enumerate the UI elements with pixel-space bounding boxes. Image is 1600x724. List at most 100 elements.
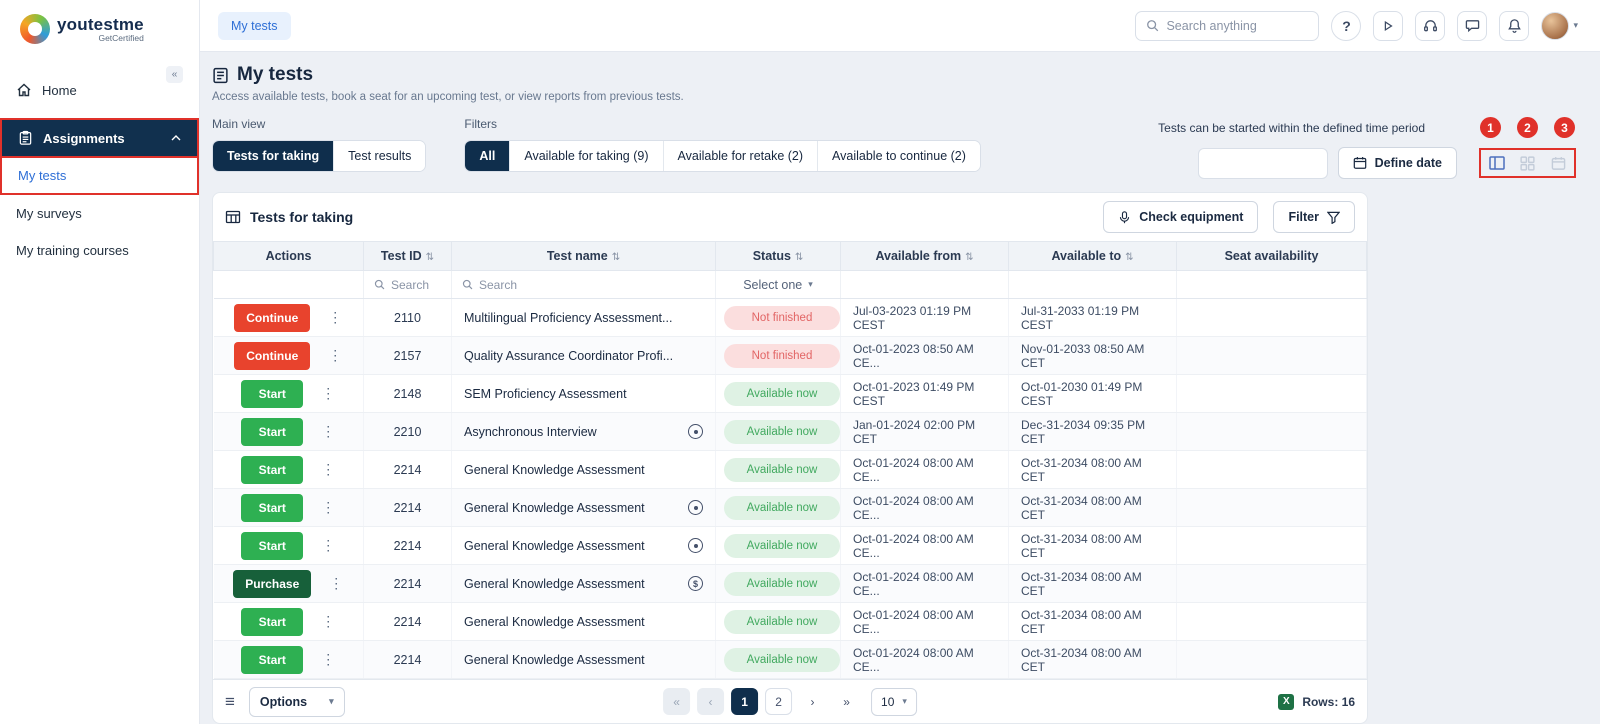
row-menu-icon[interactable]: ⋮ <box>321 613 335 630</box>
start-button[interactable]: Start <box>241 418 303 446</box>
tab-filter-available-for-taking[interactable]: Available for taking (9) <box>509 141 662 171</box>
column-header-test-name[interactable]: Test name⇅ <box>452 242 716 271</box>
column-header-test-id[interactable]: Test ID⇅ <box>364 242 452 271</box>
grid-view-icon[interactable] <box>1512 150 1543 176</box>
excel-export-icon[interactable]: X <box>1278 694 1294 710</box>
test-name[interactable]: General Knowledge Assessment <box>464 577 680 591</box>
row-menu-icon[interactable]: ⋮ <box>329 575 343 592</box>
calendar-view-icon[interactable] <box>1543 150 1574 176</box>
sidebar-item-label: Assignments <box>43 131 125 146</box>
column-header-status[interactable]: Status⇅ <box>716 242 841 271</box>
table-view-icon[interactable] <box>1481 150 1512 176</box>
column-header-available-from[interactable]: Available from⇅ <box>841 242 1009 271</box>
check-equipment-button[interactable]: Check equipment <box>1103 201 1258 233</box>
row-menu-icon[interactable]: ⋮ <box>321 537 335 554</box>
row-menu-icon[interactable]: ⋮ <box>321 499 335 516</box>
filter-cell-test-name <box>452 271 716 299</box>
pagination: « ‹ 1 2 › » 10 ▾ <box>663 688 917 716</box>
search-input[interactable] <box>1166 19 1308 33</box>
user-menu[interactable]: ▾ <box>1541 12 1578 40</box>
annotation-red-box-views <box>1479 148 1576 178</box>
seat-availability <box>1177 603 1367 641</box>
test-name[interactable]: Quality Assurance Coordinator Profi... <box>464 349 707 363</box>
sidebar: youtestme GetCertified « Home Assignment… <box>0 0 200 724</box>
filters-label: Filters <box>464 117 981 131</box>
breadcrumb[interactable]: My tests <box>218 12 291 40</box>
start-button[interactable]: Start <box>241 380 303 408</box>
seat-availability <box>1177 337 1367 375</box>
purchase-button[interactable]: Purchase <box>233 570 311 598</box>
tests-for-taking-card: Tests for taking Check equipment Filter <box>212 192 1368 724</box>
brand-name: youtestme <box>57 15 144 35</box>
available-to: Oct-01-2030 01:49 PM CEST <box>1009 375 1177 413</box>
page-button-2[interactable]: 2 <box>765 688 792 715</box>
continue-button[interactable]: Continue <box>234 304 310 332</box>
test-name[interactable]: General Knowledge Assessment <box>464 463 707 477</box>
tab-filter-available-for-retake[interactable]: Available for retake (2) <box>663 141 818 171</box>
sidebar-collapse-button[interactable]: « <box>166 66 183 83</box>
avatar[interactable] <box>1541 12 1569 40</box>
sidebar-item-label: Home <box>42 83 77 98</box>
sidebar-item-my-surveys[interactable]: My surveys <box>0 195 199 232</box>
page-size-select[interactable]: 10 ▾ <box>871 688 917 716</box>
test-name[interactable]: General Knowledge Assessment <box>464 653 707 667</box>
start-button[interactable]: Start <box>241 494 303 522</box>
prev-page-button[interactable]: ‹ <box>697 688 724 715</box>
menu-hamburger-icon[interactable]: ≡ <box>225 692 235 712</box>
sidebar-item-my-training-courses[interactable]: My training courses <box>0 232 199 269</box>
test-name[interactable]: Asynchronous Interview <box>464 425 680 439</box>
tab-tests-for-taking[interactable]: Tests for taking <box>213 141 333 171</box>
options-dropdown[interactable]: Options ▾ <box>249 687 345 717</box>
available-to: Oct-31-2034 08:00 AM CET <box>1009 603 1177 641</box>
sidebar-item-assignments[interactable]: Assignments <box>2 120 197 158</box>
table-body: Continue⋮2110Multilingual Proficiency As… <box>214 299 1367 679</box>
continue-button[interactable]: Continue <box>234 342 310 370</box>
tutorial-play-button[interactable] <box>1373 11 1403 41</box>
row-menu-icon[interactable]: ⋮ <box>321 385 335 402</box>
row-menu-icon[interactable]: ⋮ <box>328 347 342 364</box>
test-name[interactable]: General Knowledge Assessment <box>464 539 680 553</box>
row-menu-icon[interactable]: ⋮ <box>328 309 342 326</box>
status-badge: Not finished <box>724 306 840 330</box>
status-badge: Available now <box>724 458 840 482</box>
first-page-button[interactable]: « <box>663 688 690 715</box>
test-name[interactable]: Multilingual Proficiency Assessment... <box>464 311 707 325</box>
page-size-value: 10 <box>881 695 894 709</box>
filter-cell-seat <box>1177 271 1367 299</box>
table-row: Start⋮2148SEM Proficiency AssessmentAvai… <box>214 375 1367 413</box>
tab-filter-all[interactable]: All <box>465 141 509 171</box>
last-page-button[interactable]: » <box>833 688 860 715</box>
notifications-bell-button[interactable] <box>1499 11 1529 41</box>
sidebar-item-my-tests[interactable]: My tests <box>2 158 197 193</box>
calendar-icon <box>1353 156 1367 170</box>
global-search[interactable] <box>1135 11 1319 41</box>
test-id-search-input[interactable] <box>391 278 441 292</box>
define-date-button[interactable]: Define date <box>1338 147 1457 179</box>
main-view-label: Main view <box>212 117 426 131</box>
filter-button[interactable]: Filter <box>1273 201 1355 233</box>
date-range-input[interactable] <box>1198 148 1328 179</box>
filter-cell-test-id <box>364 271 452 299</box>
row-menu-icon[interactable]: ⋮ <box>321 423 335 440</box>
row-menu-icon[interactable]: ⋮ <box>321 651 335 668</box>
table-row: Start⋮2214General Knowledge AssessmentAv… <box>214 451 1367 489</box>
status-filter-select[interactable]: Select one ▾ <box>726 278 830 292</box>
support-headset-button[interactable] <box>1415 11 1445 41</box>
page-button-1[interactable]: 1 <box>731 688 758 715</box>
row-menu-icon[interactable]: ⋮ <box>321 461 335 478</box>
chat-button[interactable] <box>1457 11 1487 41</box>
next-page-button[interactable]: › <box>799 688 826 715</box>
test-name[interactable]: General Knowledge Assessment <box>464 501 680 515</box>
test-name[interactable]: General Knowledge Assessment <box>464 615 707 629</box>
help-button[interactable]: ? <box>1331 11 1361 41</box>
tab-filter-available-to-continue[interactable]: Available to continue (2) <box>817 141 980 171</box>
start-button[interactable]: Start <box>241 456 303 484</box>
test-name[interactable]: SEM Proficiency Assessment <box>464 387 707 401</box>
start-button[interactable]: Start <box>241 646 303 674</box>
start-button[interactable]: Start <box>241 532 303 560</box>
column-header-available-to[interactable]: Available to⇅ <box>1009 242 1177 271</box>
start-button[interactable]: Start <box>241 608 303 636</box>
tab-test-results[interactable]: Test results <box>333 141 425 171</box>
chevron-down-icon: ▾ <box>808 279 813 290</box>
test-name-search-input[interactable] <box>479 278 705 292</box>
